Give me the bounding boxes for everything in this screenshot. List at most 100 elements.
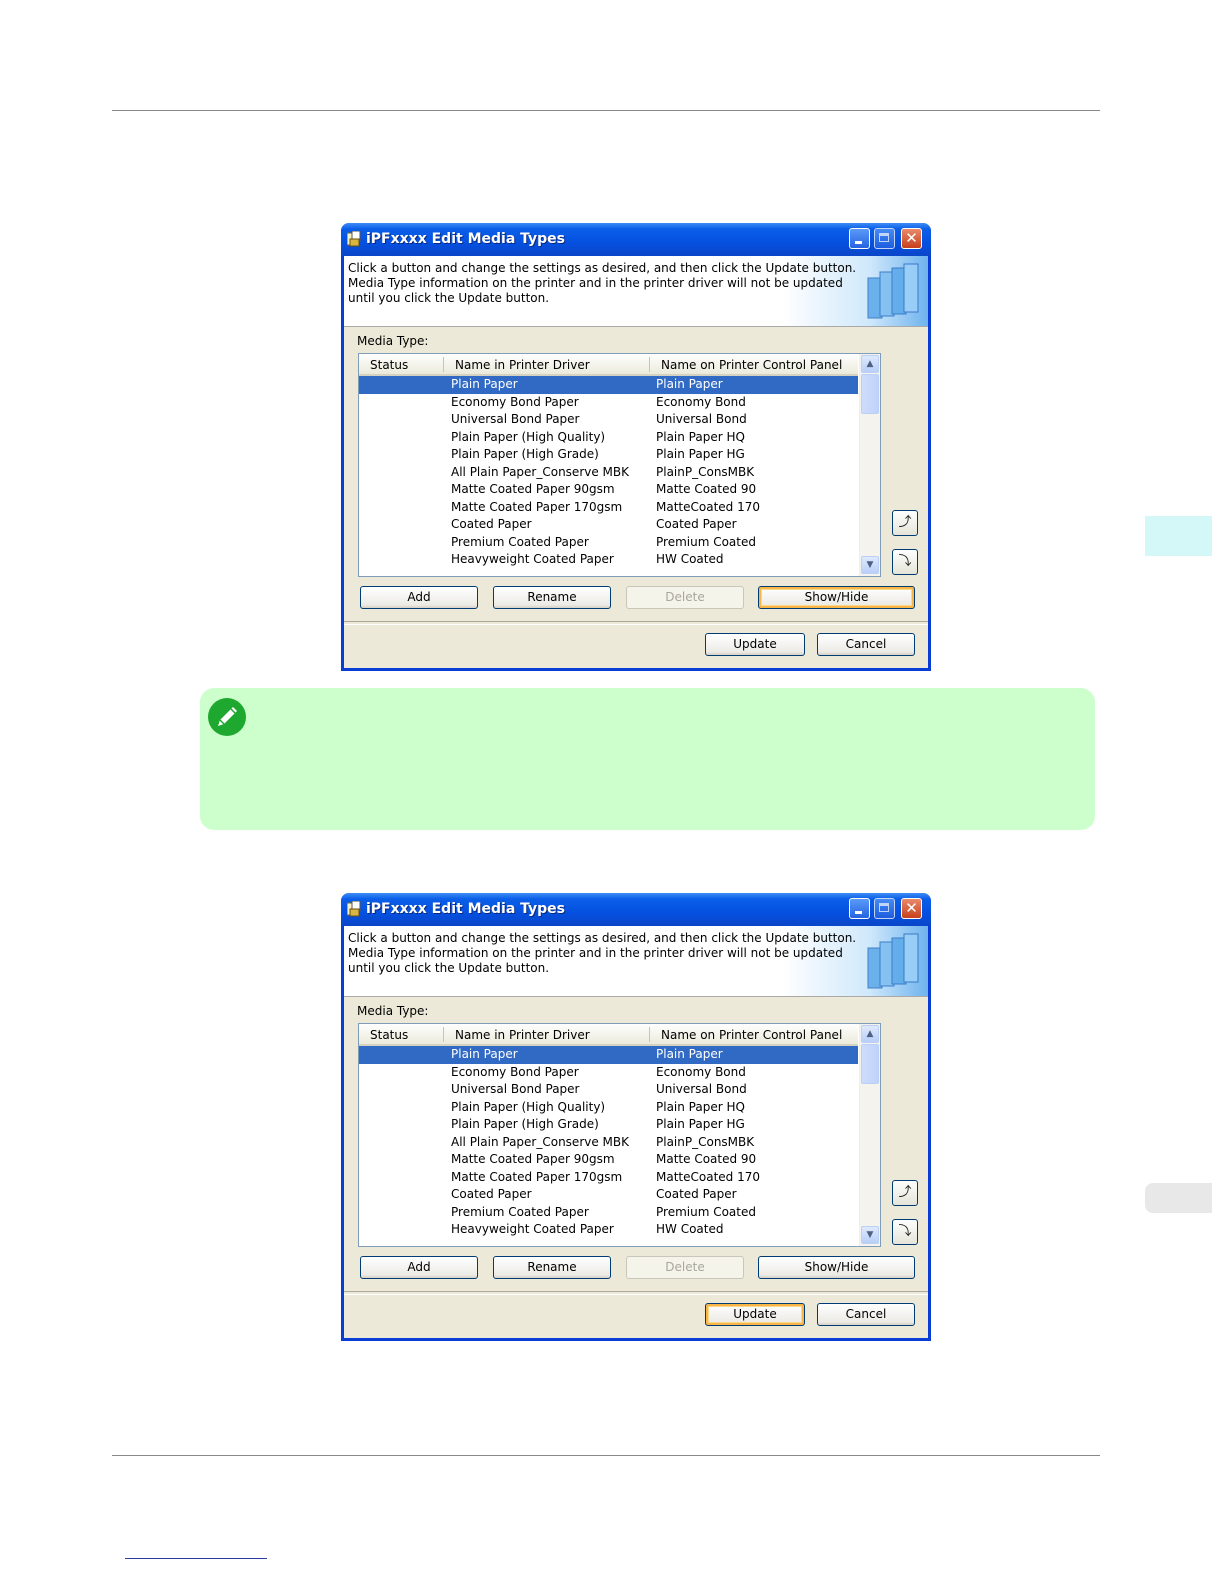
close-button[interactable]: ✕ — [901, 898, 922, 919]
driver-name-cell: Universal Bond Paper — [451, 412, 580, 426]
media-type-label: Media Type: — [357, 1004, 429, 1018]
column-header-status[interactable]: Status — [370, 1028, 408, 1042]
driver-name-cell: Plain Paper — [451, 1047, 518, 1061]
column-header-driver-name[interactable]: Name in Printer Driver — [455, 1028, 590, 1042]
move-down-icon: ⤵ — [898, 1224, 912, 1239]
move-down-icon: ⤵ — [898, 554, 912, 569]
update-button[interactable]: Update — [705, 633, 805, 656]
driver-name-cell: Coated Paper — [451, 1187, 532, 1201]
media-type-list[interactable]: Status Name in Printer Driver Name on Pr… — [358, 1023, 881, 1247]
note-box — [200, 688, 1095, 830]
app-icon — [347, 231, 361, 247]
show-hide-button[interactable]: Show/Hide — [758, 1256, 915, 1279]
scroll-thumb[interactable] — [861, 1044, 879, 1084]
move-up-button[interactable]: ⤴ — [892, 510, 918, 536]
panel-name-cell: MatteCoated 170 — [656, 499, 760, 514]
table-row[interactable]: Plain Paper (High Quality) Plain Paper HQ — [359, 429, 858, 447]
driver-name-cell: Universal Bond Paper — [451, 1082, 580, 1096]
panel-name-cell: Matte Coated 90 — [656, 1152, 757, 1166]
table-row[interactable]: All Plain Paper_Conserve MBK PlainP_ConsM… — [359, 464, 858, 482]
dialog-titlebar[interactable]: iPFxxxx Edit Media Types ✕ — [341, 893, 931, 926]
list-rows: Plain Paper Plain Paper Economy Bond Paper… — [359, 376, 858, 577]
media-type-list[interactable]: Status Name in Printer Driver Name on Pr… — [358, 353, 881, 577]
rename-button[interactable]: Rename — [493, 1256, 611, 1279]
scroll-up-arrow-icon[interactable]: ▲ — [861, 1025, 879, 1043]
add-button[interactable]: Add — [360, 1256, 478, 1279]
list-header: Status Name in Printer Driver Name on Pr… — [359, 354, 858, 376]
instruction-text: Click a button and change the settings a… — [348, 931, 857, 975]
driver-name-cell: Heavyweight Coated Paper — [451, 552, 614, 566]
chapter-tab-marker — [1145, 516, 1212, 556]
table-row[interactable]: Matte Coated Paper 170gsm MatteCoated 170 — [359, 1169, 858, 1187]
panel-name-cell: PlainP_ConsMBK — [656, 1134, 755, 1149]
table-row[interactable]: Heavyweight Coated Paper HW Coated — [359, 1221, 858, 1239]
media-type-label: Media Type: — [357, 334, 429, 348]
show-hide-button[interactable]: Show/Hide — [758, 586, 915, 609]
move-down-button[interactable]: ⤵ — [892, 549, 918, 575]
driver-name-cell: Plain Paper (High Grade) — [451, 447, 599, 461]
driver-name-cell: Matte Coated Paper 90gsm — [451, 1152, 615, 1166]
column-header-panel-name[interactable]: Name on Printer Control Panel — [661, 358, 842, 372]
driver-name-cell: Premium Coated Paper — [451, 1204, 589, 1219]
scroll-down-arrow-icon[interactable]: ▼ — [861, 1226, 879, 1244]
table-row[interactable]: All Plain Paper_Conserve MBK PlainP_ConsM… — [359, 1134, 858, 1152]
add-button[interactable]: Add — [360, 586, 478, 609]
table-row[interactable]: Plain Paper (High Grade) Plain Paper HG — [359, 446, 858, 464]
scroll-down-arrow-icon[interactable]: ▼ — [861, 556, 879, 574]
cancel-button[interactable]: Cancel — [817, 1303, 915, 1326]
panel-name-cell: HW Coated — [656, 552, 724, 566]
dialog-titlebar[interactable]: iPFxxxx Edit Media Types ✕ — [341, 223, 931, 256]
instruction-text: Click a button and change the settings a… — [348, 261, 857, 305]
table-row[interactable]: Premium Coated Paper Premium Coated — [359, 1204, 858, 1222]
minimize-button[interactable] — [849, 228, 870, 249]
scroll-thumb[interactable] — [861, 374, 879, 414]
column-header-panel-name[interactable]: Name on Printer Control Panel — [661, 1028, 842, 1042]
rename-button[interactable]: Rename — [493, 586, 611, 609]
panel-name-cell: Universal Bond — [656, 412, 747, 426]
move-up-icon: ⤴ — [898, 1185, 912, 1200]
footer-link-underline[interactable] — [125, 1558, 267, 1559]
update-button[interactable]: Update — [705, 1303, 805, 1326]
table-row[interactable]: Universal Bond Paper Universal Bond — [359, 1081, 858, 1099]
column-header-status[interactable]: Status — [370, 358, 408, 372]
table-row-partial — [359, 569, 858, 577]
panel-name-cell: Plain Paper HG — [656, 1117, 745, 1131]
panel-name-cell: Plain Paper — [656, 1047, 723, 1061]
minimize-button[interactable] — [849, 898, 870, 919]
table-row[interactable]: Economy Bond Paper Economy Bond — [359, 1064, 858, 1082]
cancel-button[interactable]: Cancel — [817, 633, 915, 656]
driver-name-cell: Matte Coated Paper 170gsm — [451, 1169, 623, 1184]
driver-name-cell: Matte Coated Paper 90gsm — [451, 482, 615, 496]
table-row[interactable]: Matte Coated Paper 170gsm MatteCoated 170 — [359, 499, 858, 517]
table-row[interactable]: Universal Bond Paper Universal Bond — [359, 411, 858, 429]
scroll-up-arrow-icon[interactable]: ▲ — [861, 355, 879, 373]
table-row[interactable]: Plain Paper Plain Paper — [359, 1046, 858, 1064]
move-up-icon: ⤴ — [898, 515, 912, 530]
table-row[interactable]: Matte Coated Paper 90gsm Matte Coated 90 — [359, 481, 858, 499]
table-row[interactable]: Heavyweight Coated Paper HW Coated — [359, 551, 858, 569]
driver-name-cell: Plain Paper (High Quality) — [451, 429, 606, 444]
driver-name-cell: Plain Paper (High Grade) — [451, 1117, 599, 1131]
move-up-button[interactable]: ⤴ — [892, 1180, 918, 1206]
table-row[interactable]: Coated Paper Coated Paper — [359, 1186, 858, 1204]
table-row[interactable]: Plain Paper (High Grade) Plain Paper HG — [359, 1116, 858, 1134]
vertical-scrollbar[interactable]: ▲ ▼ — [859, 354, 880, 576]
table-row[interactable]: Plain Paper Plain Paper — [359, 376, 858, 394]
driver-name-cell: All Plain Paper_Conserve MBK — [451, 1134, 630, 1149]
table-row[interactable]: Plain Paper (High Quality) Plain Paper HQ — [359, 1099, 858, 1117]
column-header-driver-name[interactable]: Name in Printer Driver — [455, 358, 590, 372]
panel-name-cell: HW Coated — [656, 1222, 724, 1236]
table-row[interactable]: Matte Coated Paper 90gsm Matte Coated 90 — [359, 1151, 858, 1169]
maximize-button — [874, 898, 895, 919]
driver-name-cell: Plain Paper — [451, 377, 518, 391]
panel-name-cell: Coated Paper — [656, 517, 737, 531]
pencil-note-icon — [208, 698, 246, 736]
close-button[interactable]: ✕ — [901, 228, 922, 249]
table-row[interactable]: Economy Bond Paper Economy Bond — [359, 394, 858, 412]
table-row[interactable]: Premium Coated Paper Premium Coated — [359, 534, 858, 552]
move-down-button[interactable]: ⤵ — [892, 1219, 918, 1245]
driver-name-cell: Plain Paper (High Quality) — [451, 1099, 606, 1114]
list-rows: Plain Paper Plain Paper Economy Bond Paper… — [359, 1046, 858, 1246]
table-row[interactable]: Coated Paper Coated Paper — [359, 516, 858, 534]
vertical-scrollbar[interactable]: ▲ ▼ — [859, 1024, 880, 1246]
